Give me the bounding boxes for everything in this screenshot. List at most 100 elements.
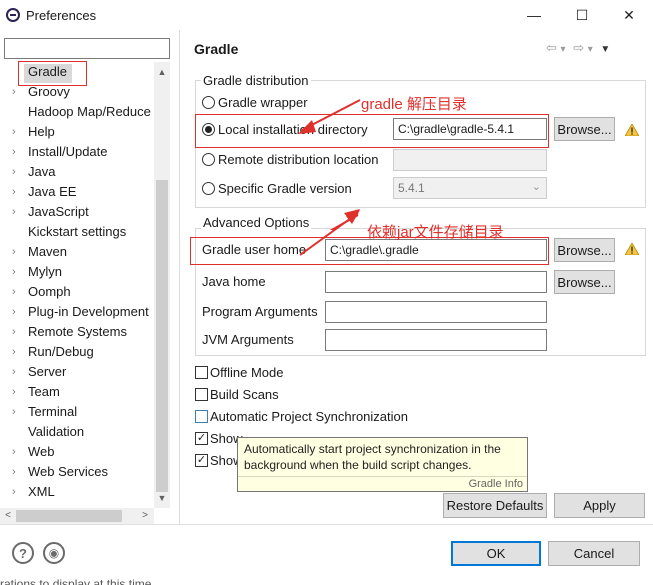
tree-item[interactable]: › Server (0, 362, 152, 382)
version-radio[interactable] (202, 182, 215, 195)
local-install-path-field[interactable]: C:\gradle\gradle-5.4.1 (393, 118, 547, 140)
page-navigation: ⇦ ▾ ⇨ ▾ ▼ (546, 40, 610, 56)
tree-item[interactable]: › Run/Debug (0, 342, 152, 362)
chevron-right-icon[interactable]: › (12, 122, 22, 142)
chevron-right-icon[interactable]: › (12, 162, 22, 182)
tree-item[interactable]: › XML (0, 482, 152, 502)
tree-item[interactable]: › Web Services (0, 462, 152, 482)
version-select[interactable]: 5.4.1 ⌄ (393, 177, 547, 199)
forward-arrow-icon[interactable]: ⇨ (573, 40, 584, 55)
back-arrow-icon[interactable]: ⇦ (546, 40, 557, 55)
show-executions-checkbox[interactable]: ✓ (195, 454, 208, 467)
chevron-right-icon[interactable]: › (12, 322, 22, 342)
tree-item[interactable]: › Remote Systems (0, 322, 152, 342)
tree-item[interactable]: › Team (0, 382, 152, 402)
apply-button[interactable]: Apply (554, 493, 645, 518)
tooltip-footer: Gradle Info (468, 478, 523, 490)
window-title: Preferences (26, 8, 97, 23)
tree-item[interactable]: Kickstart settings (0, 222, 152, 242)
jvm-args-label: JVM Arguments (202, 332, 294, 347)
build-scans-label: Build Scans (210, 387, 279, 402)
chevron-right-icon[interactable]: › (12, 382, 22, 402)
jvm-args-field[interactable] (325, 329, 547, 351)
back-menu-icon[interactable]: ▾ (561, 44, 566, 55)
minimize-button[interactable]: — (522, 5, 546, 25)
tree-item-label: Run/Debug (28, 344, 94, 359)
program-args-field[interactable] (325, 301, 547, 323)
tree-item[interactable]: › Install/Update (0, 142, 152, 162)
tree-item-label: Validation (28, 424, 85, 439)
panel-divider[interactable] (179, 30, 180, 524)
show-console-checkbox[interactable]: ✓ (195, 432, 208, 445)
chevron-right-icon[interactable]: › (12, 282, 22, 302)
remote-radio[interactable] (202, 153, 215, 166)
tree-item[interactable]: Hadoop Map/Reduce (0, 102, 152, 122)
tooltip-text: Automatically start project synchronizat… (244, 442, 501, 472)
restore-defaults-button[interactable]: Restore Defaults (443, 493, 547, 518)
chevron-right-icon[interactable]: › (12, 482, 22, 502)
tree-item[interactable]: › Help (0, 122, 152, 142)
scroll-right-icon[interactable]: > (137, 508, 153, 524)
tree-item[interactable]: › Terminal (0, 402, 152, 422)
user-home-browse-button[interactable]: Browse... (554, 238, 615, 262)
remote-location-field[interactable] (393, 149, 547, 171)
chevron-right-icon[interactable]: › (12, 202, 22, 222)
tree-hscroll-thumb[interactable] (16, 510, 122, 522)
chevron-right-icon[interactable]: › (12, 342, 22, 362)
tree-item[interactable]: › Java (0, 162, 152, 182)
chevron-right-icon[interactable]: › (12, 142, 22, 162)
offline-mode-checkbox[interactable] (195, 366, 208, 379)
tree-item-label: XML (28, 484, 55, 499)
tree-item[interactable]: › Mylyn (0, 262, 152, 282)
chevron-right-icon[interactable]: › (12, 462, 22, 482)
auto-sync-label: Automatic Project Synchronization (210, 409, 408, 424)
chevron-down-icon: ⌄ (531, 181, 541, 193)
chevron-right-icon[interactable]: › (12, 262, 22, 282)
scroll-down-icon[interactable]: ▼ (154, 490, 170, 506)
tree-item[interactable]: › Web (0, 442, 152, 462)
tree-item[interactable]: › Maven (0, 242, 152, 262)
filter-input[interactable] (4, 38, 170, 59)
auto-sync-tooltip: Automatically start project synchronizat… (237, 437, 528, 492)
close-button[interactable]: ✕ (617, 5, 641, 25)
tree-item[interactable]: › Java EE (0, 182, 152, 202)
tree-item-label: Oomph (28, 284, 71, 299)
auto-sync-checkbox[interactable] (195, 410, 208, 423)
version-value: 5.4.1 (398, 181, 425, 195)
tree-item[interactable]: › Oomph (0, 282, 152, 302)
local-install-radio[interactable] (202, 123, 215, 136)
program-args-label: Program Arguments (202, 304, 318, 319)
scroll-up-icon[interactable]: ▲ (154, 64, 170, 80)
chevron-right-icon[interactable]: › (12, 442, 22, 462)
tree-item-label: Mylyn (28, 264, 62, 279)
scroll-left-icon[interactable]: < (0, 508, 16, 524)
title-bar (0, 0, 653, 30)
forward-menu-icon[interactable]: ▾ (588, 44, 593, 55)
view-menu-icon[interactable]: ▼ (600, 44, 610, 55)
chevron-right-icon[interactable]: › (12, 242, 22, 262)
java-home-field[interactable] (325, 271, 547, 293)
tree-item[interactable]: › JavaScript (0, 202, 152, 222)
preference-tree: Gradle › Groovy Hadoop Map/Reduce › Help › Inst… (0, 62, 170, 508)
unzip-dir-annotation: gradle 解压目录 (361, 96, 467, 113)
chevron-right-icon[interactable]: › (12, 402, 22, 422)
tree-item-label: Remote Systems (28, 324, 127, 339)
help-icon[interactable]: ? (12, 542, 34, 564)
chevron-right-icon[interactable]: › (12, 362, 22, 382)
offline-mode-label: Offline Mode (210, 365, 284, 380)
maximize-button[interactable]: ☐ (570, 5, 594, 25)
tree-scroll-thumb[interactable] (156, 180, 168, 492)
tree-item[interactable]: › Plug-in Development (0, 302, 152, 322)
tree-item-label: Maven (28, 244, 68, 259)
ok-button[interactable]: OK (451, 541, 541, 566)
java-home-browse-button[interactable]: Browse... (554, 270, 615, 294)
tree-item[interactable]: Validation (0, 422, 152, 442)
local-browse-button[interactable]: Browse... (554, 117, 615, 141)
cancel-button[interactable]: Cancel (548, 541, 640, 566)
build-scans-checkbox[interactable] (195, 388, 208, 401)
wrapper-radio[interactable] (202, 96, 215, 109)
chevron-right-icon[interactable]: › (12, 302, 22, 322)
import-export-icon[interactable]: ◉ (43, 542, 65, 564)
chevron-right-icon[interactable]: › (12, 182, 22, 202)
tree-item-label: Help (28, 124, 55, 139)
